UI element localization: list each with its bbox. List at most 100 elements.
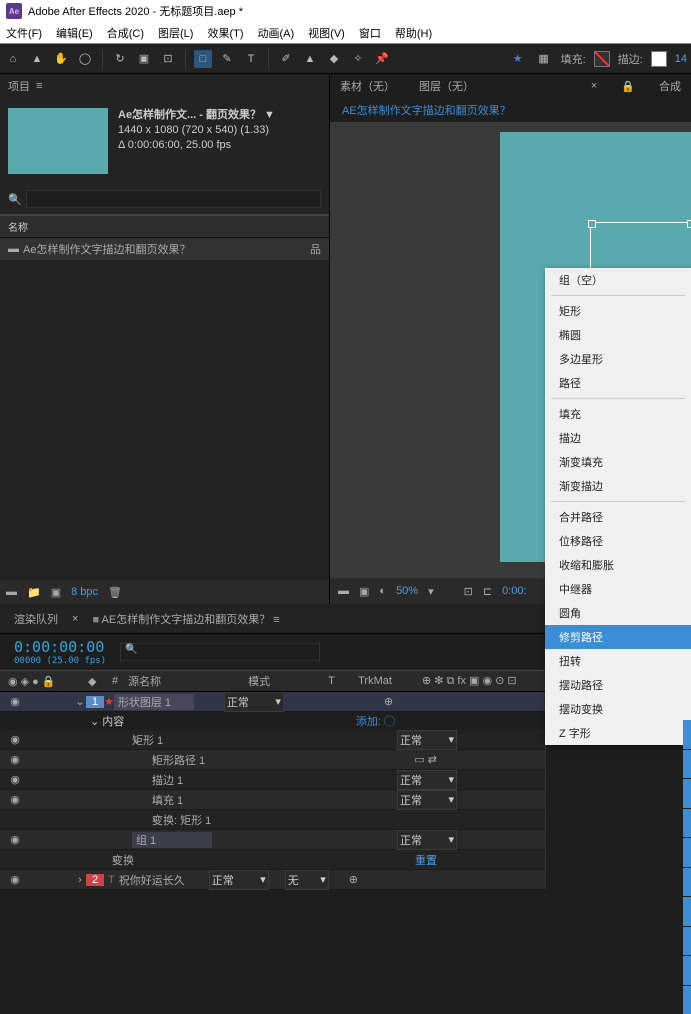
- menu-animation[interactable]: 动画(A): [258, 25, 295, 41]
- menu-effect[interactable]: 效果(T): [207, 25, 243, 41]
- viewer-tab-comp[interactable]: 合成: [659, 78, 681, 94]
- folder-icon[interactable]: 📁: [27, 586, 41, 599]
- ctx-ellipse[interactable]: 椭圆: [545, 323, 691, 347]
- context-menu: 组（空） 矩形 椭圆 多边星形 路径 填充 描边 渐变填充 渐变描边 合并路径 …: [545, 268, 691, 745]
- ctx-merge-paths[interactable]: 合并路径: [545, 505, 691, 529]
- text-tool-icon[interactable]: T: [242, 50, 260, 68]
- flowchart-icon[interactable]: 品: [310, 241, 321, 257]
- anchor-tool-icon[interactable]: ⊡: [159, 50, 177, 68]
- transform-prop[interactable]: ›变换 重置: [0, 850, 545, 870]
- star-icon[interactable]: ★: [509, 50, 527, 68]
- region-icon[interactable]: ⊡: [464, 585, 473, 598]
- timeline-search-input[interactable]: 🔍: [120, 643, 320, 661]
- project-panel: 项目 ≡ Ae怎样制作文... - 翻页效果？ ▼ 1440 x 1080 (7…: [0, 74, 330, 604]
- selection-tool-icon[interactable]: ▲: [28, 50, 46, 68]
- menu-window[interactable]: 窗口: [359, 25, 381, 41]
- zoom-dropdown-icon[interactable]: ▾: [428, 585, 434, 598]
- rect-path[interactable]: ◉›矩形路径 1 ▭ ⇄: [0, 750, 545, 770]
- ctx-repeater[interactable]: 中继器: [545, 577, 691, 601]
- ctx-fill[interactable]: 填充: [545, 402, 691, 426]
- project-column-header[interactable]: 名称: [0, 215, 329, 238]
- ctx-group-empty[interactable]: 组（空）: [545, 268, 691, 292]
- menu-file[interactable]: 文件(F): [6, 25, 42, 41]
- comp-icon: ▬: [8, 243, 19, 255]
- active-comp-name[interactable]: AE怎样制作文字描边和翻页效果？: [342, 105, 511, 117]
- blend-mode[interactable]: 正常▾: [224, 692, 284, 712]
- ctx-offset-paths[interactable]: 位移路径: [545, 529, 691, 553]
- layer-1[interactable]: ◉ ⌄ 1 ★ 形状图层 1 正常▾ ⊕: [0, 692, 545, 712]
- zoom-tool-icon[interactable]: ◯: [76, 50, 94, 68]
- mask-icon[interactable]: ◐: [379, 585, 386, 597]
- ctx-wiggle-transform[interactable]: 摆动变换: [545, 697, 691, 721]
- search-icon: 🔍: [8, 193, 22, 206]
- twirl-icon[interactable]: ⌄: [74, 695, 86, 708]
- rect-1-group[interactable]: ◉ ⌄ 矩形 1 正常▾: [0, 730, 545, 750]
- stroke-swatch[interactable]: [651, 51, 667, 67]
- project-search-input[interactable]: [26, 190, 321, 208]
- grid-icon[interactable]: ▦: [535, 50, 553, 68]
- transform-rect[interactable]: ›变换: 矩形 1: [0, 810, 545, 830]
- panel-menu-icon[interactable]: ≡: [36, 80, 42, 92]
- ctx-path[interactable]: 路径: [545, 371, 691, 395]
- fill-swatch[interactable]: [594, 51, 610, 67]
- viewer-tab-footage[interactable]: 素材（无）: [340, 78, 395, 94]
- viewer-tab-layer[interactable]: 图层（无）: [419, 78, 474, 94]
- puppet-tool-icon[interactable]: 📌: [373, 50, 391, 68]
- window-titlebar: Ae Adobe After Effects 2020 - 无标题项目.aep …: [0, 0, 691, 22]
- menu-edit[interactable]: 编辑(E): [56, 25, 93, 41]
- home-icon[interactable]: ⌂: [4, 50, 22, 68]
- comp-thumbnail[interactable]: [8, 108, 108, 174]
- ctx-grad-stroke[interactable]: 渐变描边: [545, 474, 691, 498]
- alpha-icon[interactable]: ▣: [359, 585, 369, 598]
- render-queue-tab[interactable]: 渲染队列: [14, 611, 58, 627]
- group-1[interactable]: ◉› 组 1 正常▾: [0, 830, 545, 850]
- stroke-width[interactable]: 14: [675, 53, 687, 65]
- ctx-zigzag[interactable]: Z 字形: [545, 721, 691, 745]
- timeline-comp-tab[interactable]: ■ AE怎样制作文字描边和翻页效果？ ≡: [92, 611, 279, 627]
- ctx-round[interactable]: 圆角: [545, 601, 691, 625]
- preview-res-icon[interactable]: ▬: [338, 585, 349, 597]
- close-icon[interactable]: ×: [591, 80, 597, 92]
- fill-prop[interactable]: ◉›填充 1 正常▾: [0, 790, 545, 810]
- menu-help[interactable]: 帮助(H): [395, 25, 432, 41]
- roto-tool-icon[interactable]: ✧: [349, 50, 367, 68]
- frame-count: 00000 (25.00 fps): [14, 656, 106, 666]
- menu-bar: 文件(F) 编辑(E) 合成(C) 图层(L) 效果(T) 动画(A) 视图(V…: [0, 22, 691, 44]
- menu-view[interactable]: 视图(V): [308, 25, 345, 41]
- rectangle-tool-icon[interactable]: □: [194, 50, 212, 68]
- ctx-polystar[interactable]: 多边星形: [545, 347, 691, 371]
- eraser-tool-icon[interactable]: ◆: [325, 50, 343, 68]
- stroke-prop[interactable]: ◉›描边 1 正常▾: [0, 770, 545, 790]
- stamp-tool-icon[interactable]: ▲: [301, 50, 319, 68]
- pen-tool-icon[interactable]: ✎: [218, 50, 236, 68]
- visibility-icon[interactable]: ◉: [8, 695, 22, 708]
- new-comp-icon[interactable]: ▣: [51, 586, 61, 599]
- add-contents[interactable]: ⌄ 内容 添加: ◯: [0, 712, 545, 730]
- menu-comp[interactable]: 合成(C): [107, 25, 144, 41]
- layer-2[interactable]: ◉ › 2 T 祝你好运长久 正常▾ 无▾ ⊕: [0, 870, 545, 890]
- trash-icon[interactable]: 🗑: [108, 586, 122, 599]
- layer-bars: [683, 720, 691, 1014]
- zoom-value[interactable]: 50%: [396, 585, 418, 597]
- close-tab-icon[interactable]: ×: [72, 613, 78, 625]
- project-item[interactable]: ▬ Ae怎样制作文字描边和翻页效果？ 品: [0, 238, 329, 260]
- ctx-wiggle-paths[interactable]: 摆动路径: [545, 673, 691, 697]
- bpc-value[interactable]: 8 bpc: [71, 586, 98, 598]
- menu-layer[interactable]: 图层(L): [158, 25, 193, 41]
- crop-icon[interactable]: ⊏: [483, 585, 492, 598]
- interpret-icon[interactable]: ▬: [6, 586, 17, 598]
- lock-icon[interactable]: 🔒: [621, 80, 635, 93]
- rotate-tool-icon[interactable]: ↻: [111, 50, 129, 68]
- hand-tool-icon[interactable]: ✋: [52, 50, 70, 68]
- ctx-stroke[interactable]: 描边: [545, 426, 691, 450]
- ctx-pucker[interactable]: 收缩和膨胀: [545, 553, 691, 577]
- viewer-timecode[interactable]: 0:00:: [502, 585, 526, 597]
- ctx-rectangle[interactable]: 矩形: [545, 299, 691, 323]
- project-tab[interactable]: 项目: [8, 78, 30, 94]
- current-timecode[interactable]: 0:00:00:00: [14, 638, 106, 656]
- ctx-twist[interactable]: 扭转: [545, 649, 691, 673]
- camera-tool-icon[interactable]: ▣: [135, 50, 153, 68]
- brush-tool-icon[interactable]: ✐: [277, 50, 295, 68]
- ctx-grad-fill[interactable]: 渐变填充: [545, 450, 691, 474]
- ctx-trim-paths[interactable]: 修剪路径: [545, 625, 691, 649]
